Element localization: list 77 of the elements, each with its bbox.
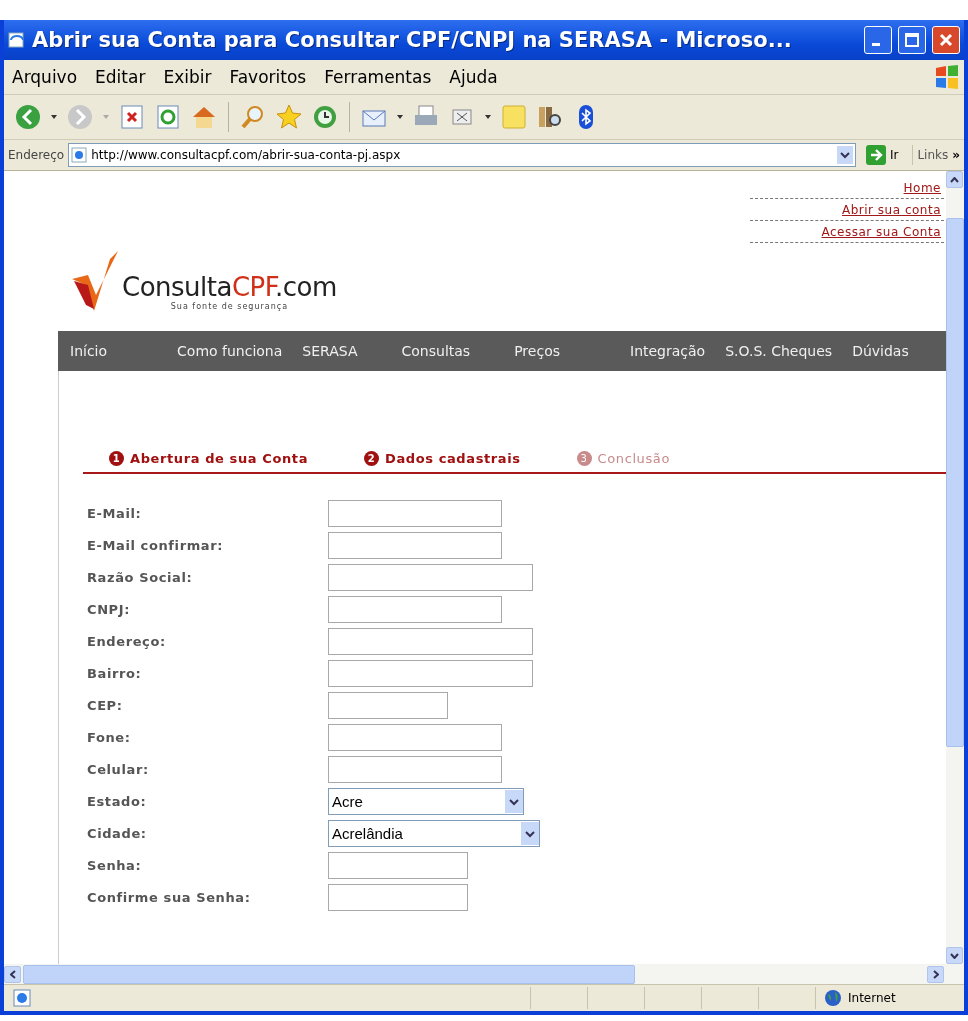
scrollbar-thumb[interactable] bbox=[23, 964, 635, 984]
text-field[interactable] bbox=[328, 596, 502, 623]
nav-link[interactable]: Integração bbox=[630, 343, 706, 359]
nav-link[interactable]: Consultas bbox=[401, 343, 471, 359]
history-icon[interactable] bbox=[311, 103, 339, 131]
address-label: Endereço bbox=[8, 148, 65, 162]
text-field[interactable] bbox=[328, 532, 502, 559]
nav-link[interactable]: Início bbox=[70, 343, 108, 359]
form-label: E-Mail: bbox=[87, 506, 143, 521]
form-label: Celular: bbox=[87, 762, 150, 777]
menu-item[interactable]: Ajuda bbox=[449, 67, 498, 87]
scroll-up-button[interactable] bbox=[946, 171, 963, 188]
ie-page-icon bbox=[8, 31, 26, 49]
menu-item[interactable]: Arquivo bbox=[12, 67, 78, 87]
text-field[interactable] bbox=[328, 500, 502, 527]
scroll-down-button[interactable] bbox=[946, 947, 963, 964]
text-field[interactable] bbox=[328, 724, 502, 751]
scroll-right-button[interactable] bbox=[927, 965, 944, 983]
form-label: Endereço: bbox=[87, 634, 167, 649]
dropdown-arrow-icon[interactable] bbox=[396, 114, 404, 120]
form-label: CEP: bbox=[87, 698, 124, 713]
forward-icon[interactable] bbox=[66, 103, 94, 131]
form-label: Bairro: bbox=[87, 666, 143, 681]
links-button[interactable]: Links bbox=[917, 148, 949, 162]
dropdown-arrow-icon bbox=[102, 114, 110, 120]
stop-icon[interactable] bbox=[118, 103, 146, 131]
nav-link[interactable]: Preços bbox=[514, 343, 560, 359]
nav-link[interactable]: Dúvidas bbox=[852, 343, 909, 359]
form-label: Razão Social: bbox=[87, 570, 194, 585]
minimize-button[interactable] bbox=[864, 26, 892, 54]
globe-icon bbox=[824, 989, 842, 1007]
form-label: Confirme sua Senha: bbox=[87, 890, 252, 905]
zone-label: Internet bbox=[848, 991, 896, 1005]
text-field[interactable] bbox=[328, 564, 533, 591]
form-label: CNPJ: bbox=[87, 602, 131, 617]
nav-link[interactable]: SERASA bbox=[302, 343, 358, 359]
menu-item[interactable]: Exibir bbox=[163, 67, 212, 87]
star-icon[interactable] bbox=[275, 103, 303, 131]
form-label: E-Mail confirmar: bbox=[87, 538, 224, 553]
text-field[interactable] bbox=[328, 660, 533, 687]
text-field[interactable] bbox=[328, 628, 533, 655]
password-field[interactable] bbox=[328, 884, 468, 911]
minimize-icon bbox=[872, 43, 880, 46]
form-label: Senha: bbox=[87, 858, 143, 873]
maximize-icon bbox=[905, 33, 919, 47]
form-label: Cidade: bbox=[87, 826, 148, 841]
dropdown-arrow-icon[interactable] bbox=[50, 114, 58, 120]
window-title: Abrir sua Conta para Consultar CPF/CNPJ na SERASA - Microso... bbox=[32, 28, 793, 52]
nav-link[interactable]: Como funciona bbox=[177, 343, 283, 359]
text-field[interactable] bbox=[328, 756, 502, 783]
nav-link[interactable]: S.O.S. Cheques bbox=[725, 343, 833, 359]
form-label: Fone: bbox=[87, 730, 132, 745]
text-field[interactable] bbox=[328, 692, 448, 719]
menu-item[interactable]: Favoritos bbox=[229, 67, 307, 87]
menu-item[interactable]: Ferramentas bbox=[324, 67, 432, 87]
more-chevron[interactable]: » bbox=[952, 148, 960, 162]
refresh-icon[interactable] bbox=[154, 103, 182, 131]
go-button[interactable]: Ir bbox=[859, 145, 914, 165]
dropdown-arrow-icon[interactable] bbox=[484, 114, 492, 120]
menu-item[interactable]: Editar bbox=[95, 67, 146, 87]
back-icon[interactable] bbox=[14, 103, 42, 131]
note-icon[interactable] bbox=[500, 103, 528, 131]
dropdown-field[interactable]: Acrelândia bbox=[328, 820, 540, 847]
page-icon bbox=[71, 147, 88, 163]
scrollbar-thumb[interactable] bbox=[946, 218, 964, 747]
close-button[interactable] bbox=[932, 26, 960, 54]
windows-flag-icon bbox=[934, 64, 960, 90]
password-field[interactable] bbox=[328, 852, 468, 879]
maximize-button[interactable] bbox=[898, 26, 926, 54]
dropdown-field[interactable]: Acre bbox=[328, 788, 524, 815]
site-logo-text: ConsultaCPF.com bbox=[122, 272, 337, 302]
close-icon bbox=[939, 33, 953, 47]
scroll-left-button[interactable] bbox=[4, 965, 21, 983]
form-label: Estado: bbox=[87, 794, 148, 809]
logo-tagline: Sua fonte de segurança bbox=[170, 302, 289, 311]
address-field[interactable]: http://www.consultacpf.com/abrir-sua-conta-pj.aspx bbox=[68, 143, 856, 167]
page-status-icon bbox=[12, 988, 32, 1008]
